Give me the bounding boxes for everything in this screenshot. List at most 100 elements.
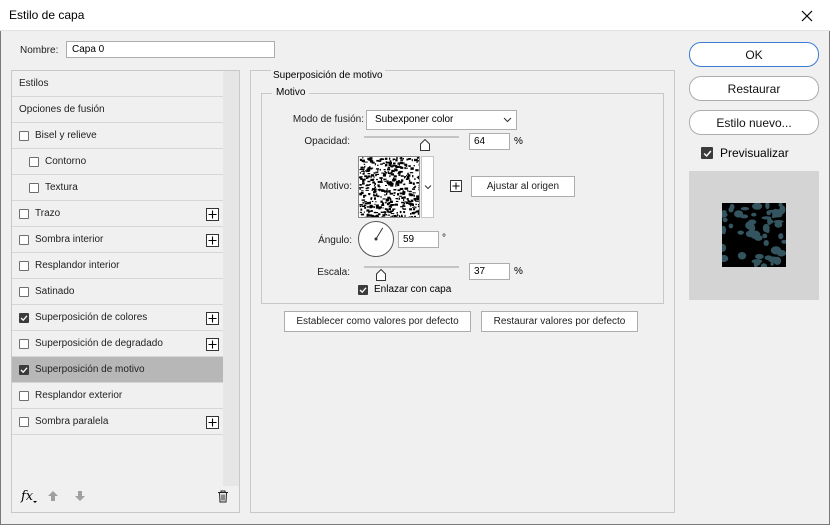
- preview-checkbox[interactable]: Previsualizar: [701, 146, 789, 160]
- add-effect-button[interactable]: [206, 234, 219, 247]
- style-item[interactable]: Superposición de colores: [12, 305, 223, 331]
- scale-slider[interactable]: [364, 266, 459, 268]
- style-item-label: Satinado: [35, 286, 75, 297]
- preview-checkbox-box[interactable]: [701, 147, 713, 159]
- angle-label: Ángulo:: [318, 235, 352, 246]
- style-checkbox[interactable]: [19, 234, 29, 245]
- delete-button[interactable]: [217, 490, 229, 503]
- scale-slider-thumb[interactable]: [376, 269, 387, 281]
- style-checkbox[interactable]: [19, 416, 29, 427]
- plus-icon: [452, 182, 460, 190]
- name-label: Nombre:: [20, 45, 59, 56]
- fx-dropdown-icon: [33, 500, 38, 503]
- snap-to-origin-button[interactable]: Ajustar al origen: [471, 176, 575, 197]
- ok-button[interactable]: OK: [689, 42, 819, 67]
- add-effect-button[interactable]: [206, 338, 219, 351]
- section-title: Superposición de motivo: [271, 70, 385, 81]
- styles-panel: Estilos Opciones de fusión Bisel y relieve…: [11, 70, 240, 513]
- name-input[interactable]: [66, 41, 275, 58]
- style-item-label: Opciones de fusión: [19, 104, 105, 115]
- link-with-layer-checkbox[interactable]: Enlazar con capa: [358, 284, 451, 295]
- opacity-slider-thumb[interactable]: [419, 139, 430, 151]
- checkmark-icon: [359, 286, 367, 293]
- style-item[interactable]: Estilos: [12, 71, 223, 97]
- plus-icon: [208, 210, 217, 219]
- style-item[interactable]: Contorno: [12, 149, 223, 175]
- pattern-swatch[interactable]: [358, 156, 420, 218]
- angle-unit: °: [442, 233, 446, 244]
- pattern-overlay-panel: Superposición de motivo Motivo Modo de f…: [250, 70, 675, 513]
- opacity-label: Opacidad:: [304, 136, 350, 147]
- blend-mode-label: Modo de fusión:: [292, 114, 364, 125]
- group-title: Motivo: [272, 87, 310, 98]
- reset-default-button[interactable]: Restaurar valores por defecto: [481, 311, 638, 332]
- set-default-button[interactable]: Establecer como valores por defecto: [284, 311, 471, 332]
- fx-label: fx: [21, 489, 34, 504]
- blend-mode-value: Subexponer color: [375, 114, 454, 125]
- new-style-button[interactable]: Estilo nuevo...: [689, 110, 819, 135]
- style-item[interactable]: Satinado: [12, 279, 223, 305]
- style-item[interactable]: Resplandor exterior: [12, 383, 223, 409]
- scale-input[interactable]: [469, 263, 510, 280]
- new-preset-button[interactable]: [450, 180, 462, 192]
- opacity-input[interactable]: [469, 133, 510, 150]
- angle-dial-needle: [374, 227, 384, 241]
- blend-mode-select[interactable]: Subexponer color: [366, 110, 517, 130]
- pattern-label: Motivo:: [319, 181, 352, 192]
- style-checkbox[interactable]: [19, 286, 29, 297]
- close-button[interactable]: [784, 0, 830, 31]
- preview-pattern: [722, 203, 786, 267]
- style-item[interactable]: Superposición de degradado: [12, 331, 223, 357]
- add-effect-button[interactable]: [206, 208, 219, 221]
- style-item-label: Estilos: [19, 78, 49, 89]
- move-up-button[interactable]: [47, 490, 59, 502]
- move-down-button[interactable]: [74, 490, 86, 502]
- style-checkbox[interactable]: [19, 390, 29, 401]
- style-item-label: Bisel y relieve: [35, 130, 97, 141]
- style-preview: [689, 171, 819, 300]
- style-item-label: Superposición de degradado: [35, 338, 163, 349]
- pattern-picker-button[interactable]: [421, 156, 434, 218]
- pattern-group: Motivo Modo de fusión: Subexponer color …: [261, 87, 664, 304]
- style-checkbox[interactable]: [19, 260, 29, 271]
- opacity-unit: %: [514, 136, 523, 147]
- opacity-slider[interactable]: [364, 136, 459, 138]
- style-item[interactable]: Sombra paralela: [12, 409, 223, 435]
- style-item-label: Resplandor exterior: [35, 390, 123, 401]
- style-item[interactable]: Textura: [12, 175, 223, 201]
- style-item-label: Resplandor interior: [35, 260, 120, 271]
- styles-scrollbar[interactable]: [223, 71, 239, 486]
- trash-icon: [218, 490, 228, 503]
- angle-input[interactable]: [398, 231, 439, 248]
- style-checkbox[interactable]: [19, 130, 29, 141]
- checkmark-icon: [20, 366, 28, 373]
- style-item[interactable]: Opciones de fusión: [12, 97, 223, 123]
- style-item[interactable]: Bisel y relieve: [12, 123, 223, 149]
- checkmark-icon: [20, 314, 28, 321]
- style-item-label: Contorno: [45, 156, 87, 167]
- style-checkbox[interactable]: [19, 312, 29, 323]
- style-checkbox[interactable]: [19, 208, 29, 219]
- reset-button[interactable]: Restaurar: [689, 76, 819, 101]
- style-checkbox[interactable]: [19, 364, 29, 375]
- style-checkbox[interactable]: [29, 182, 39, 193]
- window-title: Estilo de capa: [9, 8, 85, 22]
- style-checkbox[interactable]: [29, 156, 39, 167]
- style-item[interactable]: Superposición de motivo: [12, 357, 223, 383]
- link-checkbox-box[interactable]: [358, 284, 368, 295]
- style-item[interactable]: Sombra interior: [12, 227, 223, 253]
- style-item-label: Textura: [45, 182, 78, 193]
- add-effect-button[interactable]: [206, 416, 219, 429]
- add-effect-button[interactable]: [206, 312, 219, 325]
- chevron-down-icon: [424, 185, 431, 190]
- style-checkbox[interactable]: [19, 338, 29, 349]
- style-item[interactable]: Trazo: [12, 201, 223, 227]
- style-item-label: Superposición de colores: [35, 312, 148, 323]
- angle-dial[interactable]: [358, 221, 394, 257]
- plus-icon: [208, 314, 217, 323]
- title-bar: Estilo de capa: [0, 0, 830, 31]
- style-item[interactable]: Resplandor interior: [12, 253, 223, 279]
- styles-footer: fx: [12, 484, 239, 512]
- fx-button[interactable]: fx: [21, 489, 38, 504]
- preview-thumbnail: [722, 203, 786, 267]
